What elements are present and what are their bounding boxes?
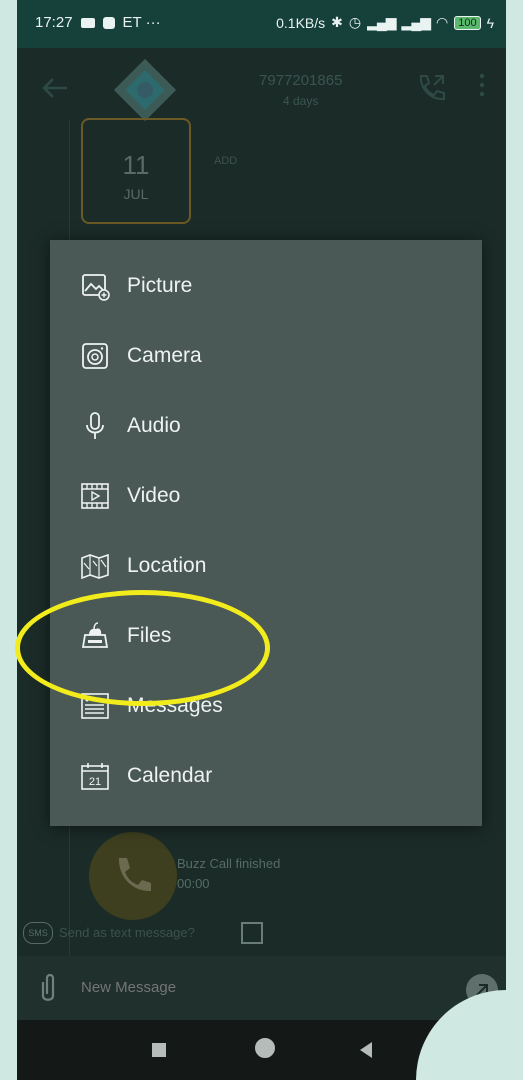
status-left-text: ET ··· (122, 14, 161, 31)
calendar-month: JUL (123, 186, 149, 202)
video-icon (81, 483, 109, 509)
more-options-icon[interactable] (477, 70, 487, 100)
buzz-call-duration: 00:00 (177, 876, 210, 891)
menu-item-calendar[interactable]: 21 Calendar (50, 745, 482, 809)
add-event-label[interactable]: ADD (214, 155, 237, 167)
messages-icon (81, 693, 109, 719)
alarm-icon: ◷ (348, 14, 362, 30)
calendar-icon-number: 21 (89, 776, 101, 788)
home-button[interactable] (255, 1038, 275, 1058)
menu-label-camera: Camera (127, 344, 202, 367)
menu-item-picture[interactable]: Picture (50, 255, 482, 319)
net-speed: 0.1KB/s (276, 14, 326, 31)
menu-item-camera[interactable]: Camera (50, 325, 482, 389)
picture-icon (82, 274, 110, 301)
app-notification-icon (102, 16, 115, 29)
battery-icon: 100 (454, 15, 481, 30)
compose-bar (17, 956, 506, 1020)
calendar-icon: 21 (81, 763, 109, 790)
sms-label: Send as text message? (59, 925, 195, 940)
chat-notification-icon (80, 17, 95, 28)
status-bar: 17:27 ET ··· 0.1KB/s ✱ ◷ ▂▄▆ ▂▄▆ ◠ 100 ϟ (17, 0, 506, 48)
menu-label-audio: Audio (127, 414, 181, 437)
menu-label-picture: Picture (127, 274, 193, 297)
contact-last-seen: 4 days (283, 94, 319, 108)
calendar-event-bubble[interactable]: 11 JUL (81, 118, 191, 224)
call-icon[interactable] (411, 68, 451, 108)
send-as-sms-row: SMS Send as text message? (23, 922, 503, 946)
microphone-icon (86, 412, 104, 439)
signal-icon-2: ▂▄▆ (401, 14, 431, 30)
menu-item-messages[interactable]: Messages (50, 675, 482, 739)
wifi-icon: ◠ (436, 14, 449, 30)
back-arrow-icon[interactable] (37, 70, 73, 106)
files-icon (81, 622, 109, 648)
menu-label-location: Location (127, 554, 207, 577)
menu-item-video[interactable]: Video (50, 465, 482, 529)
sms-checkbox[interactable] (241, 922, 263, 944)
menu-label-messages: Messages (127, 694, 223, 717)
contact-number: 7977201865 (259, 72, 343, 89)
menu-item-location[interactable]: Location (50, 535, 482, 599)
map-icon (81, 553, 109, 580)
avatar[interactable] (109, 54, 181, 126)
menu-label-files: Files (127, 624, 172, 647)
attachment-menu: Picture Camera Audio Video Location File… (50, 240, 482, 826)
status-right: 0.1KB/s ✱ ◷ ▂▄▆ ▂▄▆ ◠ 100 ϟ (276, 14, 494, 31)
menu-label-calendar: Calendar (127, 764, 213, 787)
calendar-day: 11 (122, 150, 150, 180)
charging-icon: ϟ (486, 14, 494, 31)
buzz-call-title: Buzz Call finished (177, 856, 281, 871)
recents-button[interactable] (152, 1043, 166, 1057)
status-time: 17:27 (35, 14, 73, 31)
buzz-call-icon (89, 832, 177, 920)
system-back-button[interactable] (360, 1042, 372, 1058)
message-input[interactable] (79, 978, 403, 997)
signal-icon: ▂▄▆ (367, 14, 396, 30)
menu-item-audio[interactable]: Audio (50, 395, 482, 459)
menu-label-video: Video (127, 484, 181, 507)
phone-icon (118, 858, 151, 892)
attachment-icon[interactable] (37, 972, 59, 1004)
status-left: 17:27 ET ··· (35, 14, 161, 31)
sms-icon: SMS (23, 922, 53, 944)
bluetooth-icon: ✱ (331, 14, 343, 30)
menu-item-files[interactable]: Files (50, 605, 482, 669)
camera-icon (82, 343, 108, 369)
